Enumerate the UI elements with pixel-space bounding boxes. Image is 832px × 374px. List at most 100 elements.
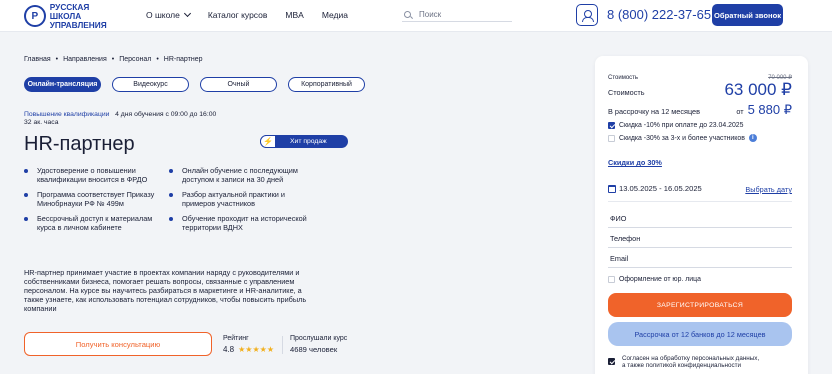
account-button[interactable] [576, 4, 598, 26]
tab-offline[interactable]: Очный [200, 77, 277, 92]
feature-item: Обучение проходит на исторической террит… [169, 214, 314, 232]
breadcrumb-separator: • [55, 56, 59, 63]
legal-entity-checkbox[interactable]: Оформление от юр. лица [608, 276, 701, 283]
features-right: Онлайн обучение с последующим доступом к… [169, 166, 314, 238]
breadcrumb-current: HR-партнер [163, 56, 203, 63]
feature-item: Программа соответствует Приказу Минобрна… [24, 190, 164, 208]
search-input[interactable]: Поиск [402, 7, 512, 22]
feature-text: Обучение проходит на исторической террит… [182, 214, 307, 232]
feature-item: Удостоверение о повышении квалификации в… [24, 166, 164, 184]
site-header: Р Русская школа управления О школе Катал… [0, 0, 832, 32]
calendar-icon [608, 184, 616, 193]
consent-line-2: а также политикой конфиденциальности [622, 362, 742, 369]
consent-line-1: Согласен на обработку персональных данны… [622, 355, 760, 362]
dates-text: 13.05.2025 - 16.05.2025 [619, 184, 702, 193]
discount-early-checkbox[interactable]: Скидка -10% при оплате до 23.04.2025 [608, 122, 743, 129]
legal-entity-label: Оформление от юр. лица [619, 276, 701, 283]
tab-corporate[interactable]: Корпоративный [288, 77, 365, 92]
email-field[interactable]: Email [608, 250, 792, 268]
course-duration: 4 дня обучения с 09:00 до 16:00 [115, 111, 217, 118]
info-icon[interactable]: i [748, 134, 757, 142]
feature-text: Онлайн обучение с последующим доступом к… [182, 166, 298, 184]
feature-text: Удостоверение о повышении квалификации в… [37, 166, 148, 184]
installment-button[interactable]: Рассрочка от 12 банков до 12 месяцев [608, 322, 792, 346]
nav-item-mba[interactable]: MBA [285, 10, 303, 20]
checkbox-icon [608, 276, 615, 283]
features-left: Удостоверение о повышении квалификации в… [24, 166, 164, 238]
lightning-icon: ⚡ [260, 135, 276, 148]
hit-badge-label: Хит продаж [290, 138, 327, 145]
breadcrumb-personnel[interactable]: Персонал [119, 56, 151, 63]
feature-text: Программа соответствует Приказу Минобрна… [37, 190, 155, 208]
consent-checkbox[interactable]: Согласен на обработку персональных данны… [608, 355, 759, 369]
nav-item-media[interactable]: Медиа [322, 10, 348, 20]
feature-text: Разбор актуальной практики и примеров уч… [182, 190, 285, 208]
rating-value: 4.8 [223, 345, 235, 354]
course-type: Повышение квалификации [24, 111, 110, 118]
tab-video[interactable]: Видеокурс [112, 77, 189, 92]
course-dates: 13.05.2025 - 16.05.2025 [608, 184, 702, 193]
installment-row: В рассрочку на 12 месяцев от 5 880 ₽ [608, 102, 792, 118]
phone-field[interactable]: Телефон [608, 230, 792, 248]
course-description: HR-партнер принимает участие в проектах … [24, 268, 307, 313]
breadcrumb-home[interactable]: Главная [24, 56, 51, 63]
logo-line-1: Русская школа [49, 1, 90, 21]
bullet-icon [169, 193, 173, 197]
checkbox-icon [608, 134, 615, 142]
chevron-down-icon [183, 9, 191, 18]
price-value: 63 000 ₽ [724, 80, 792, 99]
rating-label: Рейтинг [223, 335, 249, 342]
logo-emblem-icon: Р [24, 5, 46, 27]
main-nav: О школе Каталог курсов MBA Медиа [146, 9, 366, 20]
breadcrumb-directions[interactable]: Направления [63, 56, 107, 63]
logo[interactable]: Р Русская школа управления [24, 1, 122, 30]
listened-value: 4689 человек [290, 345, 338, 354]
divider [608, 201, 792, 202]
tab-online[interactable]: Онлайн-трансляция [24, 77, 101, 92]
consultation-button[interactable]: Получить консультацию [24, 332, 212, 356]
discount-early-label: Скидка -10% при оплате до 23.04.2025 [619, 122, 744, 129]
price-row: Стоимость 63 000 ₽ [608, 80, 792, 100]
breadcrumb: Главная • Направления • Персонал • HR-партн… [24, 56, 203, 63]
nav-label: О школе [146, 10, 180, 20]
search-icon [404, 10, 411, 18]
pick-date-link[interactable]: Выбрать дату [745, 185, 792, 194]
rating-block: Рейтинг 4.8 ★★★★★ [223, 335, 274, 354]
divider [282, 336, 283, 354]
checkbox-checked-icon [608, 122, 615, 129]
bullet-icon [24, 169, 28, 173]
user-icon [582, 9, 594, 22]
course-meta: Повышение квалификации 4 дня обучения с … [24, 111, 216, 127]
price-label: Стоимость [608, 88, 645, 97]
page-title: HR-партнер [24, 133, 135, 155]
bullet-icon [169, 217, 173, 221]
nav-label: Каталог курсов [207, 10, 268, 20]
nav-item-catalog[interactable]: Каталог курсов [208, 10, 268, 20]
format-tabs: Онлайн-трансляция Видеокурс Очный Корпор… [24, 77, 376, 92]
phone-link[interactable]: 8 (800) 222-37-65 [607, 7, 711, 22]
discount-group-checkbox[interactable]: Скидка -30% за 3-х и более участников i [608, 134, 757, 142]
discounts-link[interactable]: Скидки до 30% [608, 158, 662, 167]
checkbox-checked-icon [608, 358, 615, 365]
feature-text: Бессрочный доступ к материалам курса в л… [37, 214, 153, 232]
hit-badge: ⚡ Хит продаж [260, 135, 348, 148]
bullet-icon [24, 217, 28, 221]
search-placeholder: Поиск [419, 9, 442, 19]
feature-item: Разбор актуальной практики и примеров уч… [169, 190, 314, 208]
breadcrumb-separator: • [111, 56, 115, 63]
installment-from: от [736, 107, 744, 116]
nav-label: MBA [285, 10, 304, 20]
logo-text: Русская школа управления [49, 1, 122, 30]
bullet-icon [24, 193, 28, 197]
name-field[interactable]: ФИО [608, 210, 792, 228]
register-button[interactable]: Зарегистрироваться [608, 293, 792, 317]
installment-label: В рассрочку на 12 месяцев [608, 107, 700, 116]
listened-label: Прослушали курс [290, 335, 348, 342]
feature-item: Бессрочный доступ к материалам курса в л… [24, 214, 164, 232]
installment-price: 5 880 ₽ [747, 102, 792, 117]
course-hours: 32 ак. часа [24, 119, 59, 126]
callback-button[interactable]: Обратный звонок [712, 4, 783, 26]
bullet-icon [169, 169, 173, 173]
logo-line-2: управления [49, 19, 107, 30]
nav-item-about[interactable]: О школе [146, 9, 191, 20]
